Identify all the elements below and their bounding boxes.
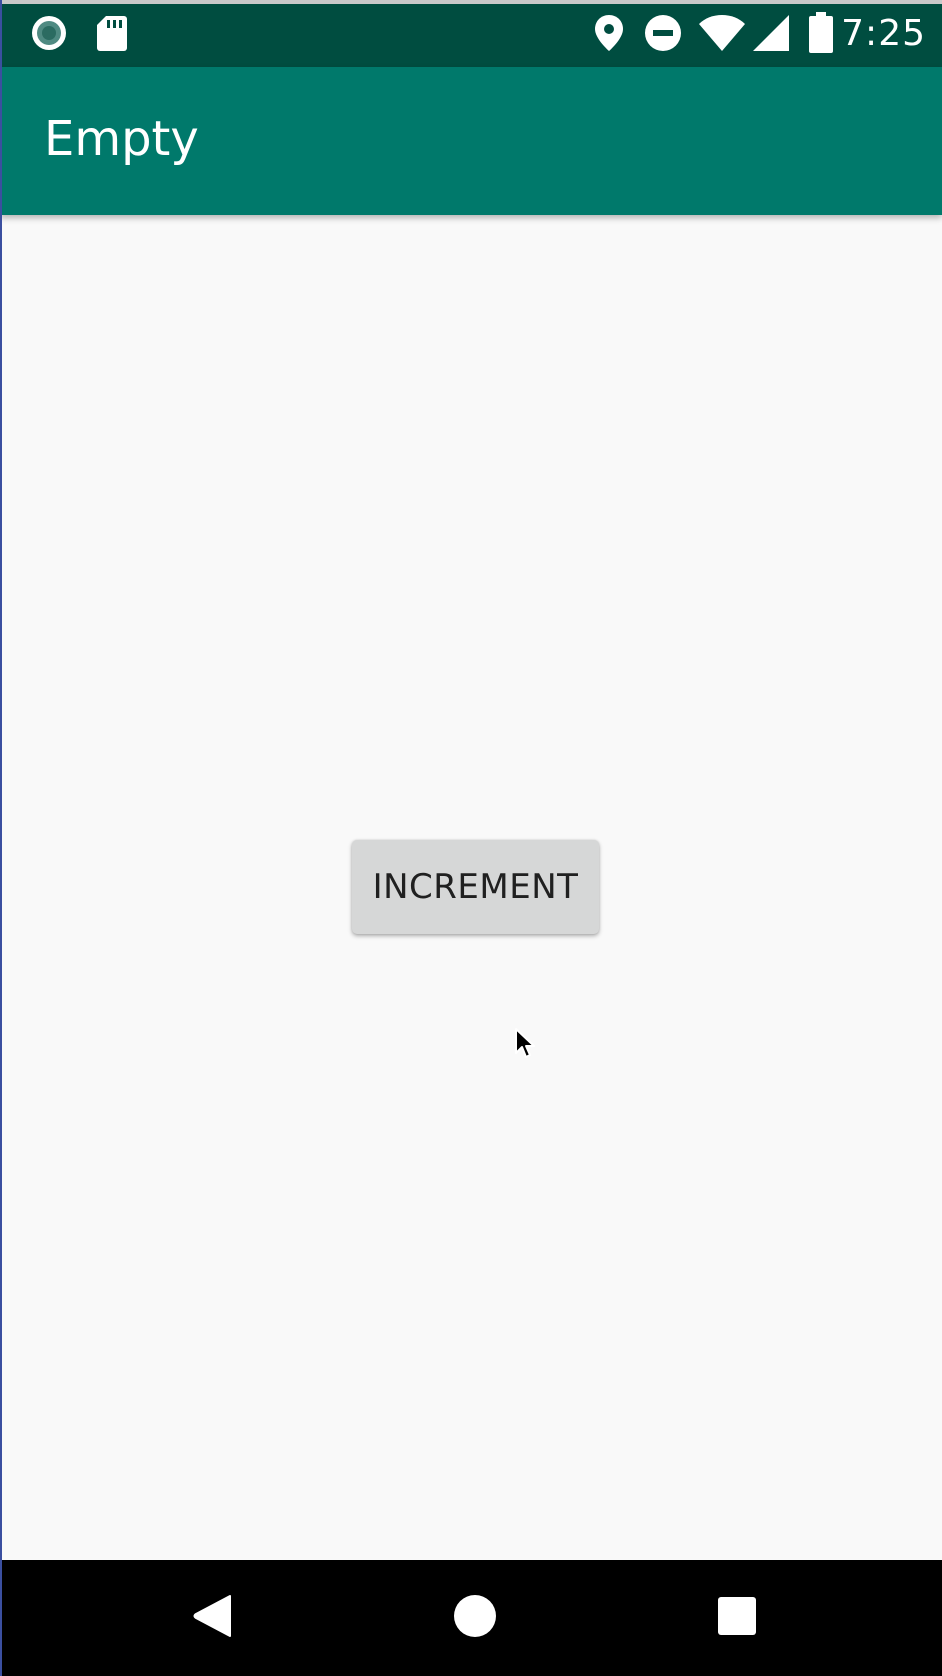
status-time: 7:25 — [841, 13, 926, 54]
home-button[interactable] — [439, 1582, 511, 1654]
location-icon — [594, 14, 624, 57]
page-title: Empty — [44, 111, 199, 167]
battery-icon — [808, 12, 834, 59]
back-icon — [192, 1594, 234, 1643]
back-button[interactable] — [177, 1582, 249, 1654]
window-edge — [0, 0, 2, 1676]
record-icon — [30, 14, 68, 57]
main-content: INCREMENT — [0, 215, 942, 1560]
status-bar: 7:25 — [0, 0, 942, 67]
increment-button[interactable]: INCREMENT — [352, 840, 599, 934]
wifi-icon — [698, 14, 746, 57]
mouse-pointer-icon — [514, 1027, 536, 1066]
do-not-disturb-icon — [644, 14, 682, 57]
home-icon — [453, 1594, 497, 1643]
app-screen: 7:25 Empty INCREMENT — [0, 0, 942, 1676]
navigation-bar — [0, 1560, 942, 1676]
status-bar-top-border — [0, 0, 942, 4]
recents-icon — [717, 1596, 757, 1641]
recents-button[interactable] — [701, 1582, 773, 1654]
sd-card-icon — [96, 14, 128, 57]
app-bar: Empty — [0, 67, 942, 215]
cell-signal-icon — [752, 14, 790, 57]
